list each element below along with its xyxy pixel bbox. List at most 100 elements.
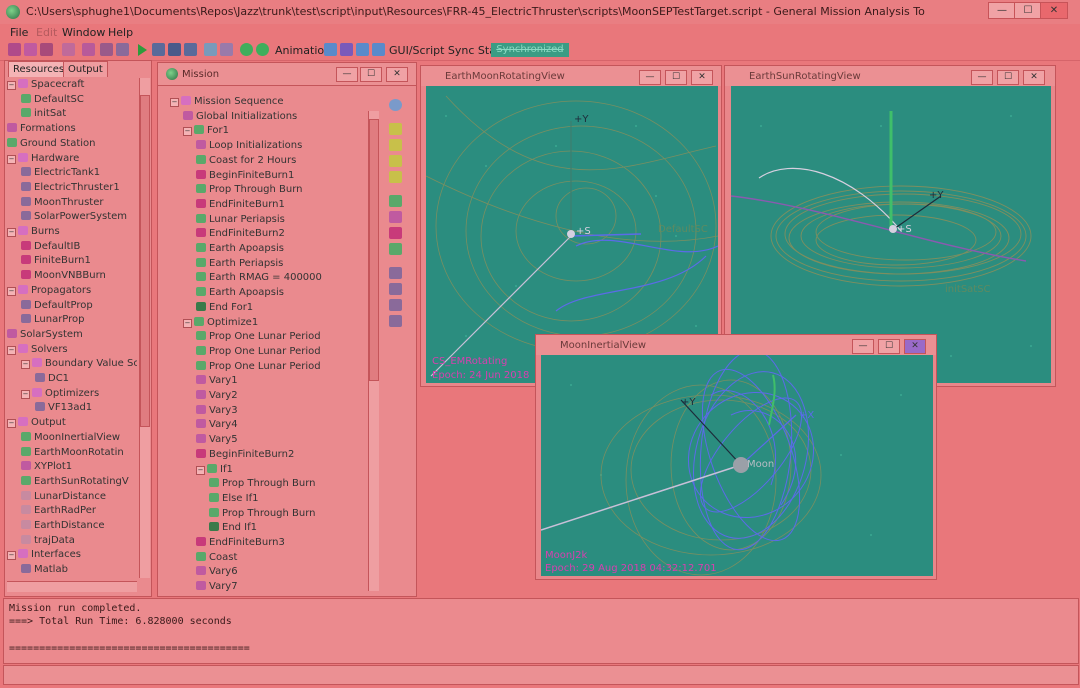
collapse-toggle-icon[interactable]: − [196, 465, 205, 475]
tree-item[interactable]: SolarPowerSystem [21, 210, 127, 224]
collapse-toggle-icon[interactable]: − [183, 127, 192, 137]
animation-play-icon[interactable] [324, 43, 337, 56]
tree-item[interactable]: Coast for 2 Hours [196, 154, 296, 168]
save-icon[interactable] [40, 43, 53, 56]
tree-item[interactable]: DefaultSC [21, 93, 84, 107]
tree-item[interactable]: XYPlot1 [21, 460, 72, 474]
sidebar-refresh-icon[interactable] [389, 99, 402, 111]
tree-item[interactable]: Earth RMAG = 400000 [196, 271, 322, 285]
tree-item[interactable]: initSat [21, 107, 66, 121]
tree-item[interactable]: ElectricThruster1 [21, 181, 120, 195]
paste-icon[interactable] [100, 43, 113, 56]
moon-inertial-minimize-button[interactable]: — [852, 339, 874, 354]
tree-item[interactable]: Vary2 [196, 389, 238, 403]
mission-close-button[interactable]: ✕ [386, 67, 408, 82]
sidebar-propagate-icon[interactable] [389, 195, 402, 207]
earth-sun-close-button[interactable]: ✕ [1023, 70, 1045, 85]
collapse-toggle-icon[interactable]: − [7, 154, 16, 164]
sidebar-function-icon[interactable] [389, 315, 402, 327]
resources-horizontal-scrollbar[interactable] [7, 581, 137, 592]
menu-window[interactable]: Window [62, 26, 105, 39]
tree-item[interactable]: − Output [7, 416, 66, 430]
tree-item[interactable]: Prop Through Burn [196, 183, 303, 197]
mission-scroll-thumb[interactable] [369, 119, 379, 381]
tab-output[interactable]: Output [63, 61, 108, 77]
tree-item[interactable]: VF13ad1 [35, 401, 92, 415]
tree-item[interactable]: Vary5 [196, 433, 238, 447]
tree-item[interactable]: Global Initializations [183, 110, 297, 124]
animation-stop-icon[interactable] [340, 43, 353, 56]
tree-item[interactable]: LunarDistance [21, 490, 106, 504]
tree-item[interactable]: − Propagators [7, 284, 91, 298]
tree-item[interactable]: End If1 [209, 521, 257, 535]
config-icon[interactable] [116, 43, 129, 56]
tree-item[interactable]: End For1 [196, 301, 253, 315]
tree-item[interactable]: Lunar Periapsis [196, 213, 285, 227]
tree-item[interactable]: Prop One Lunar Period [196, 330, 321, 344]
tree-item[interactable]: − Boundary Value Sc [21, 357, 137, 371]
tree-item[interactable]: Vary3 [196, 404, 238, 418]
collapse-toggle-icon[interactable]: − [7, 419, 16, 429]
tree-item[interactable]: DefaultIB [21, 240, 80, 254]
cut-icon[interactable] [82, 43, 95, 56]
earth-moon-minimize-button[interactable]: — [639, 70, 661, 85]
tree-item[interactable]: Earth Apoapsis [196, 242, 284, 256]
stop-icon[interactable] [168, 43, 181, 56]
tree-item[interactable]: EarthSunRotatingV [21, 475, 129, 489]
tree-item[interactable]: Matlab [21, 563, 68, 577]
help-icon[interactable] [240, 43, 253, 56]
tree-item[interactable]: Earth Apoapsis [196, 286, 284, 300]
menu-help[interactable]: Help [108, 26, 133, 39]
tree-item[interactable]: − For1 [183, 124, 229, 138]
copy-icon[interactable] [62, 43, 75, 56]
tree-item[interactable]: MoonVNBBurn [21, 269, 106, 283]
tree-item[interactable]: SolarSystem [7, 328, 83, 342]
tree-item[interactable]: EarthMoonRotatin [21, 446, 124, 460]
tree-item[interactable]: FiniteBurn1 [21, 254, 91, 268]
tree-item[interactable]: Prop Through Burn [209, 507, 316, 521]
tree-item[interactable]: ElectricTank1 [21, 166, 100, 180]
animation-slower-icon[interactable] [372, 43, 385, 56]
sidebar-filter-1-icon[interactable] [389, 123, 402, 135]
menu-file[interactable]: File [10, 26, 28, 39]
tree-item[interactable]: EndFiniteBurn2 [196, 227, 285, 241]
collapse-toggle-icon[interactable]: − [21, 389, 30, 399]
sidebar-filter-2-icon[interactable] [389, 139, 402, 151]
tree-item[interactable]: trajData [21, 534, 75, 548]
tree-item[interactable]: Prop One Lunar Period [196, 345, 321, 359]
tree-item[interactable]: MoonInertialView [21, 431, 120, 445]
earth-sun-maximize-button[interactable]: ☐ [997, 70, 1019, 85]
maximize-button[interactable]: ☐ [1014, 2, 1042, 19]
tree-item[interactable]: − Hardware [7, 152, 79, 166]
tree-item[interactable]: − If1 [196, 463, 233, 477]
earth-sun-minimize-button[interactable]: — [971, 70, 993, 85]
moon-inertial-maximize-button[interactable]: ☐ [878, 339, 900, 354]
tree-item[interactable]: − Mission Sequence [170, 95, 284, 109]
tree-item[interactable]: − Burns [7, 225, 60, 239]
tree-item[interactable]: Vary7 [196, 580, 238, 594]
tree-item[interactable]: LunarProp [21, 313, 85, 327]
tree-item[interactable]: DC1 [35, 372, 69, 386]
tab-resources[interactable]: Resources [8, 61, 70, 77]
tree-item[interactable]: DefaultProp [21, 299, 93, 313]
collapse-toggle-icon[interactable]: − [21, 360, 30, 370]
tree-item[interactable]: Prop Through Burn [209, 477, 316, 491]
sidebar-target-icon[interactable] [389, 211, 402, 223]
tree-item[interactable]: Vary4 [196, 418, 238, 432]
tree-item[interactable]: EndFiniteBurn1 [196, 198, 285, 212]
cascade-icon[interactable] [220, 43, 233, 56]
tree-item[interactable]: BeginFiniteBurn2 [196, 448, 294, 462]
mission-minimize-button[interactable]: — [336, 67, 358, 82]
tree-item[interactable]: EarthDistance [21, 519, 105, 533]
moon-inertial-canvas[interactable]: +Y +X Moon MoonJ2k Epoch: 29 Aug 2018 04… [541, 355, 933, 576]
run-icon[interactable] [138, 44, 147, 56]
tree-item[interactable]: Else If1 [209, 492, 258, 506]
mission-maximize-button[interactable]: ☐ [360, 67, 382, 82]
collapse-toggle-icon[interactable]: − [7, 551, 16, 561]
collapse-toggle-icon[interactable]: − [170, 98, 179, 107]
open-icon[interactable] [24, 43, 37, 56]
resources-scroll-thumb[interactable] [140, 95, 150, 427]
sidebar-equation-icon[interactable] [389, 283, 402, 295]
collapse-toggle-icon[interactable]: − [7, 228, 16, 237]
earth-moon-close-button[interactable]: ✕ [691, 70, 713, 85]
